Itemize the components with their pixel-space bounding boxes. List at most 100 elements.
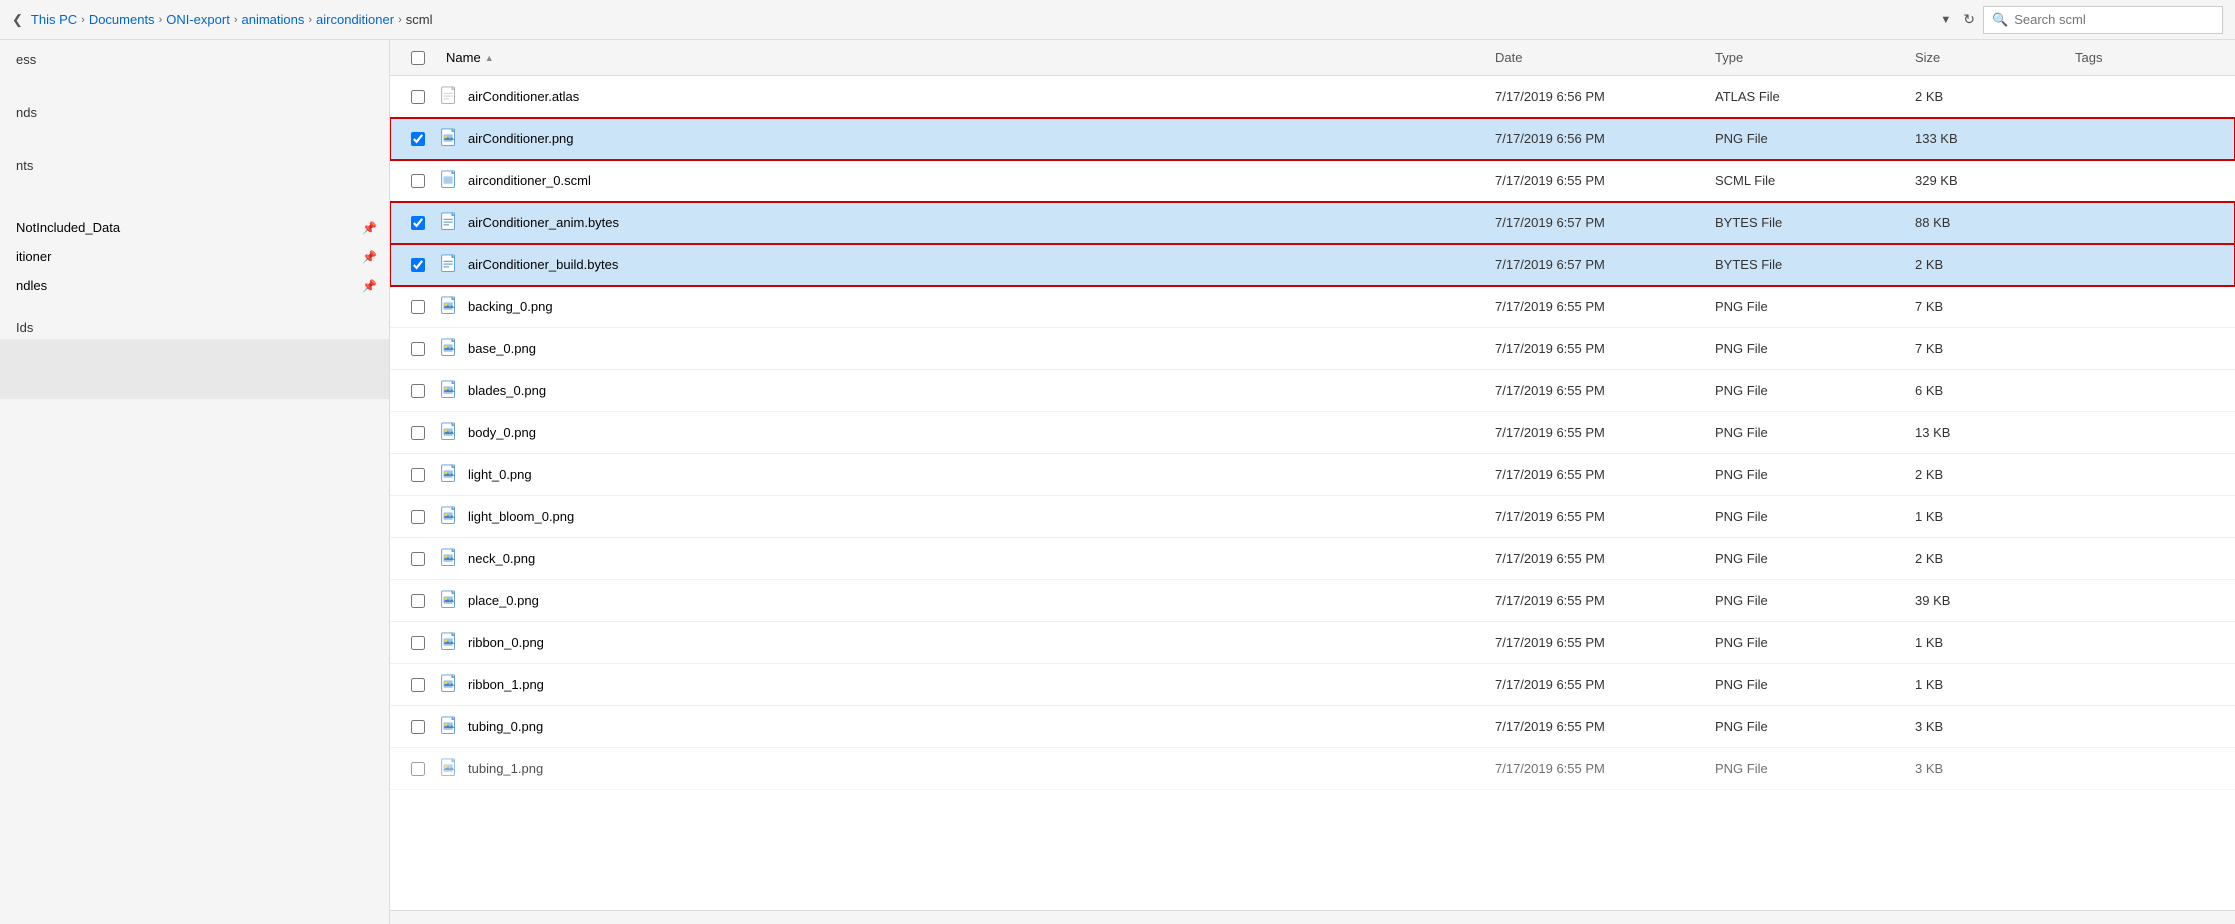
table-row[interactable]: airconditioner_0.scml7/17/2019 6:55 PMSC… [390,160,2235,202]
table-row[interactable]: body_0.png7/17/2019 6:55 PMPNG File13 KB [390,412,2235,454]
file-checkbox[interactable] [411,636,425,650]
sidebar-item-ndles[interactable]: ndles 📌 [0,275,389,296]
table-row[interactable]: blades_0.png7/17/2019 6:55 PMPNG File6 K… [390,370,2235,412]
file-name-label: blades_0.png [468,383,546,398]
col-header-size[interactable]: Size [1907,50,2067,65]
sidebar: ess nds nts NotIncluded_Data 📌 itioner 📌 [0,40,390,924]
table-row[interactable]: place_0.png7/17/2019 6:55 PMPNG File39 K… [390,580,2235,622]
file-name-label: backing_0.png [468,299,553,314]
file-checkbox[interactable] [411,510,425,524]
file-checkbox[interactable] [411,342,425,356]
checkbox-cell [398,258,438,272]
table-row[interactable]: airConditioner.atlas7/17/2019 6:56 PMATL… [390,76,2235,118]
sidebar-item-itioner[interactable]: itioner 📌 [0,246,389,267]
breadcrumb[interactable]: ❮ This PC › Documents › ONI-export › ani… [12,12,1932,28]
breadcrumb-this-pc[interactable]: This PC [31,12,77,27]
file-name-cell: airConditioner.atlas [438,86,1487,108]
file-size: 1 KB [1907,677,2067,692]
file-checkbox[interactable] [411,552,425,566]
file-type-icon [438,380,460,402]
table-row[interactable]: tubing_0.png7/17/2019 6:55 PMPNG File3 K… [390,706,2235,748]
pin-icon: 📌 [362,250,377,264]
file-date: 7/17/2019 6:55 PM [1487,173,1707,188]
file-name-label: airConditioner.atlas [468,89,579,104]
pin-icon: 📌 [362,221,377,235]
sidebar-partial-ess: ess [0,48,389,71]
sort-arrow-icon: ▲ [485,53,494,63]
address-bar: ❮ This PC › Documents › ONI-export › ani… [0,0,2235,40]
breadcrumb-airconditioner[interactable]: airconditioner [316,12,394,27]
file-checkbox[interactable] [411,426,425,440]
file-checkbox[interactable] [411,174,425,188]
table-row[interactable]: base_0.png7/17/2019 6:55 PMPNG File7 KB [390,328,2235,370]
file-checkbox[interactable] [411,762,425,776]
file-type-icon [438,674,460,696]
file-size: 2 KB [1907,467,2067,482]
breadcrumb-oni-export[interactable]: ONI-export [166,12,230,27]
file-checkbox[interactable] [411,216,425,230]
file-size: 3 KB [1907,719,2067,734]
file-type-icon [438,422,460,444]
col-header-date[interactable]: Date [1487,50,1707,65]
file-date: 7/17/2019 6:55 PM [1487,551,1707,566]
table-row[interactable]: airConditioner_anim.bytes7/17/2019 6:57 … [390,202,2235,244]
search-box[interactable]: 🔍 [1983,6,2223,34]
select-all-checkbox[interactable] [411,51,425,65]
file-checkbox[interactable] [411,258,425,272]
file-name-cell: airConditioner.png [438,128,1487,150]
file-size: 1 KB [1907,635,2067,650]
table-row[interactable]: backing_0.png7/17/2019 6:55 PMPNG File7 … [390,286,2235,328]
checkbox-cell [398,426,438,440]
checkbox-cell [398,174,438,188]
file-date: 7/17/2019 6:55 PM [1487,467,1707,482]
horizontal-scrollbar[interactable] [390,910,2235,924]
search-input[interactable] [2014,12,2214,27]
refresh-icon[interactable]: ↻ [1963,11,1975,28]
table-row[interactable]: light_bloom_0.png7/17/2019 6:55 PMPNG Fi… [390,496,2235,538]
col-header-type[interactable]: Type [1707,50,1907,65]
file-type-icon [438,716,460,738]
breadcrumb-animations[interactable]: animations [241,12,304,27]
header-checkbox-cell[interactable] [398,51,438,65]
nav-back-icon[interactable]: ❮ [12,12,23,28]
checkbox-cell [398,342,438,356]
file-checkbox[interactable] [411,678,425,692]
checkbox-cell [398,594,438,608]
file-name-cell: body_0.png [438,422,1487,444]
table-row[interactable]: airConditioner_build.bytes7/17/2019 6:57… [390,244,2235,286]
file-type-icon [438,506,460,528]
file-date: 7/17/2019 6:55 PM [1487,509,1707,524]
file-checkbox[interactable] [411,468,425,482]
file-name-cell: backing_0.png [438,296,1487,318]
file-checkbox[interactable] [411,132,425,146]
file-name-label: light_0.png [468,467,532,482]
table-row[interactable]: neck_0.png7/17/2019 6:55 PMPNG File2 KB [390,538,2235,580]
dropdown-icon[interactable]: ▼ [1940,14,1951,26]
table-row[interactable]: ribbon_1.png7/17/2019 6:55 PMPNG File1 K… [390,664,2235,706]
file-name-cell: ribbon_1.png [438,674,1487,696]
file-checkbox[interactable] [411,90,425,104]
file-name-cell: airConditioner_anim.bytes [438,212,1487,234]
col-header-tags[interactable]: Tags [2067,50,2227,65]
checkbox-cell [398,468,438,482]
sidebar-item-notincluded[interactable]: NotIncluded_Data 📌 [0,217,389,238]
file-checkbox[interactable] [411,384,425,398]
file-checkbox[interactable] [411,720,425,734]
table-row[interactable]: airConditioner.png7/17/2019 6:56 PMPNG F… [390,118,2235,160]
file-name-label: place_0.png [468,593,539,608]
file-checkbox[interactable] [411,594,425,608]
breadcrumb-documents[interactable]: Documents [89,12,155,27]
table-row[interactable]: tubing_1.png7/17/2019 6:55 PMPNG File3 K… [390,748,2235,790]
file-type-icon [438,170,460,192]
table-row[interactable]: ribbon_0.png7/17/2019 6:55 PMPNG File1 K… [390,622,2235,664]
file-type: PNG File [1707,425,1907,440]
file-size: 2 KB [1907,257,2067,272]
file-type: PNG File [1707,635,1907,650]
file-type: BYTES File [1707,215,1907,230]
file-type: PNG File [1707,383,1907,398]
table-row[interactable]: light_0.png7/17/2019 6:55 PMPNG File2 KB [390,454,2235,496]
file-checkbox[interactable] [411,300,425,314]
col-header-name[interactable]: Name ▲ [438,50,1487,65]
file-date: 7/17/2019 6:55 PM [1487,425,1707,440]
file-type-icon [438,86,460,108]
